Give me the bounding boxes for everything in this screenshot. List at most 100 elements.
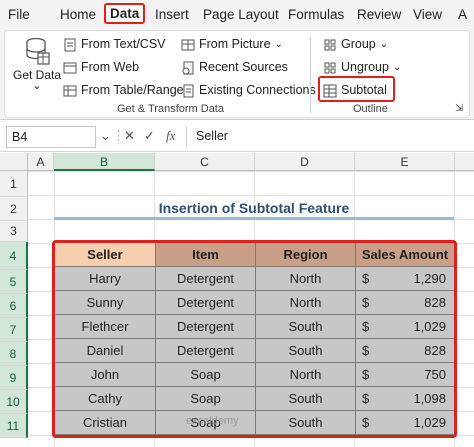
tab-automate[interactable]: A	[458, 7, 467, 22]
table-row: Cristian Soap South $1,029	[55, 411, 454, 435]
seller-cell[interactable]: Cristian	[55, 411, 156, 435]
column-header-e[interactable]: E	[355, 153, 455, 171]
region-cell[interactable]: North	[256, 267, 356, 291]
region-cell[interactable]: North	[256, 363, 356, 387]
tab-view[interactable]: View	[413, 7, 442, 22]
sales-amount-cell[interactable]: $828	[356, 291, 454, 315]
seller-cell[interactable]: Harry	[55, 267, 156, 291]
recent-sources-label: Recent Sources	[199, 60, 288, 74]
region-cell[interactable]: South	[256, 315, 356, 339]
formula-bar-value[interactable]: Seller	[196, 129, 228, 143]
item-cell[interactable]: Detergent	[156, 339, 256, 363]
sales-amount-value: 1,029	[413, 415, 446, 430]
data-table: Seller Item Region Sales Amount Harry Det…	[52, 240, 457, 438]
table-icon	[63, 84, 77, 97]
sales-amount-cell[interactable]: $1,029	[356, 411, 454, 435]
sheet-title[interactable]: Insertion of Subtotal Feature	[54, 196, 454, 220]
row-header-6[interactable]: 6	[0, 294, 28, 318]
dialog-launcher-icon[interactable]: ⇲	[455, 103, 463, 114]
seller-cell[interactable]: John	[55, 363, 156, 387]
header-seller[interactable]: Seller	[55, 243, 156, 267]
sales-amount-cell[interactable]: $1,290	[356, 267, 454, 291]
row-header-1[interactable]: 1	[0, 171, 28, 197]
column-header-d[interactable]: D	[255, 153, 355, 171]
seller-cell[interactable]: Cathy	[55, 387, 156, 411]
tab-formulas[interactable]: Formulas	[288, 7, 344, 22]
enter-icon[interactable]: ✓	[144, 128, 155, 144]
row-header-9[interactable]: 9	[0, 366, 28, 390]
name-box-dropdown-icon[interactable]: ⌄	[100, 128, 111, 144]
group-button[interactable]: Group ⌄	[323, 37, 388, 51]
row-header-11[interactable]: 11	[0, 414, 28, 438]
column-header-f[interactable]	[455, 153, 474, 171]
select-all-corner[interactable]	[0, 153, 28, 171]
currency-symbol: $	[362, 319, 370, 334]
header-sales-amount[interactable]: Sales Amount	[356, 243, 454, 267]
tab-insert[interactable]: Insert	[155, 7, 189, 22]
item-cell[interactable]: Detergent	[156, 267, 256, 291]
header-region[interactable]: Region	[256, 243, 356, 267]
region-cell[interactable]: South	[256, 387, 356, 411]
header-item[interactable]: Item	[156, 243, 256, 267]
chevron-down-icon: ⌄	[32, 80, 42, 92]
sales-amount-cell[interactable]: $1,029	[356, 315, 454, 339]
row-header-5[interactable]: 5	[0, 270, 28, 294]
group-label-outline: Outline	[353, 103, 388, 115]
row-header-2[interactable]: 2	[0, 197, 28, 221]
sales-amount-value: 1,290	[413, 271, 446, 286]
sales-amount-cell[interactable]: $750	[356, 363, 454, 387]
region-cell[interactable]: South	[256, 339, 356, 363]
from-picture-button[interactable]: From Picture ⌄	[181, 37, 283, 51]
ungroup-icon	[323, 61, 337, 74]
cancel-icon[interactable]: ✕	[124, 128, 135, 144]
ribbon: Get Data ⌄ From Text/CSV From Web From T…	[0, 30, 474, 120]
watermark-logo: exceldemy	[186, 415, 239, 427]
item-cell[interactable]: Soap	[156, 363, 256, 387]
sales-amount-value: 828	[424, 343, 446, 358]
existing-connections-button[interactable]: Existing Connections	[181, 83, 316, 97]
ungroup-button[interactable]: Ungroup ⌄	[323, 60, 401, 74]
tab-page-layout[interactable]: Page Layout	[203, 7, 279, 22]
row-header-10[interactable]: 10	[0, 390, 28, 414]
item-cell[interactable]: Soap	[156, 387, 256, 411]
recent-sources-button[interactable]: Recent Sources	[181, 60, 288, 74]
tab-file[interactable]: File	[8, 7, 30, 22]
table-row: Sunny Detergent North $828	[55, 291, 454, 315]
formula-bar: B4 ⌄ ⋮ ✕ ✓ fx Seller	[0, 122, 474, 152]
seller-cell[interactable]: Flethcer	[55, 315, 156, 339]
tab-home[interactable]: Home	[60, 7, 96, 22]
tab-data[interactable]: Data	[104, 3, 146, 24]
insert-function-icon[interactable]: fx	[166, 128, 175, 144]
table-header-row: Seller Item Region Sales Amount	[55, 243, 454, 267]
sales-amount-cell[interactable]: $1,098	[356, 387, 454, 411]
connections-icon	[181, 84, 195, 97]
sales-amount-cell[interactable]: $828	[356, 339, 454, 363]
row-header-3[interactable]: 3	[0, 221, 28, 242]
from-table-range-button[interactable]: From Table/Range	[63, 83, 184, 97]
from-text-csv-button[interactable]: From Text/CSV	[63, 37, 166, 51]
row-header-4[interactable]: 4	[0, 242, 28, 270]
item-cell[interactable]: Detergent	[156, 315, 256, 339]
table-row: John Soap North $750	[55, 363, 454, 387]
row-header-7[interactable]: 7	[0, 318, 28, 342]
from-text-csv-label: From Text/CSV	[81, 37, 166, 51]
seller-cell[interactable]: Sunny	[55, 291, 156, 315]
name-box[interactable]: B4	[6, 126, 96, 148]
currency-symbol: $	[362, 271, 370, 286]
region-cell[interactable]: South	[256, 411, 356, 435]
sales-amount-value: 750	[424, 367, 446, 382]
from-web-button[interactable]: From Web	[63, 60, 139, 74]
row-header-8[interactable]: 8	[0, 342, 28, 366]
column-header-a[interactable]: A	[28, 153, 54, 171]
ribbon-panel: Get Data ⌄ From Text/CSV From Web From T…	[4, 30, 470, 118]
seller-cell[interactable]: Daniel	[55, 339, 156, 363]
column-header-c[interactable]: C	[155, 153, 255, 171]
file-text-icon	[63, 38, 77, 51]
table-row: Harry Detergent North $1,290	[55, 267, 454, 291]
tab-review[interactable]: Review	[357, 7, 401, 22]
region-cell[interactable]: North	[256, 291, 356, 315]
item-cell[interactable]: Detergent	[156, 291, 256, 315]
get-data-button[interactable]: Get Data ⌄	[13, 37, 61, 92]
column-header-b[interactable]: B	[54, 153, 155, 171]
table-row: Flethcer Detergent South $1,029	[55, 315, 454, 339]
